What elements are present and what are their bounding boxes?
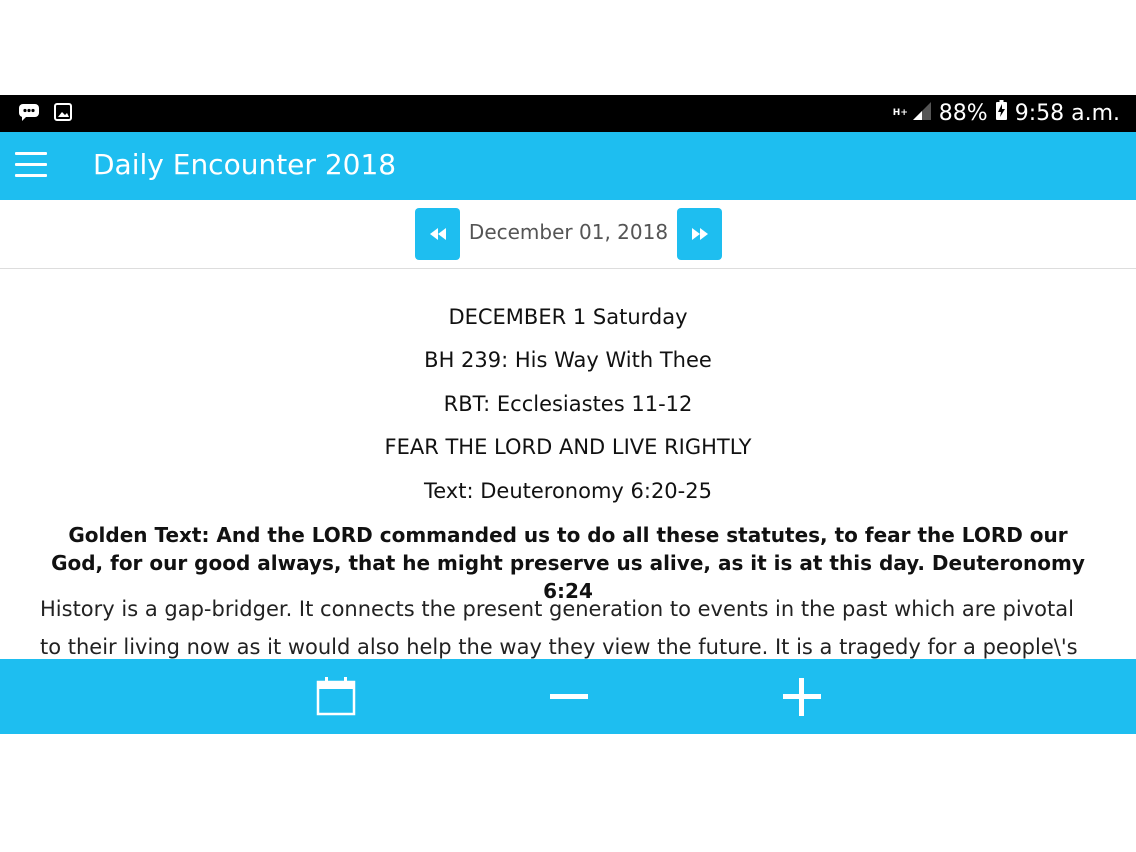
app-screen: H+ 88% 9:58 a.m. Daily Encounter 2018 De… [0, 95, 1136, 734]
text-reference: Text: Deuteronomy 6:20-25 [424, 479, 712, 503]
body-paragraph: History is a gap-bridger. It connects th… [40, 597, 1078, 659]
topic-title: FEAR THE LORD AND LIVE RIGHTLY [384, 435, 752, 459]
reading-line: RBT: Ecclesiastes 11-12 [443, 392, 693, 416]
network-type-icon: H+ [892, 107, 908, 118]
status-system: H+ 88% 9:58 a.m. [893, 100, 1120, 126]
date-navigation: December 01, 2018 [0, 200, 1136, 269]
signal-icon [912, 101, 931, 126]
current-date: December 01, 2018 [468, 220, 669, 244]
plus-icon [783, 678, 821, 716]
increase-font-button[interactable] [781, 676, 823, 718]
battery-percent: 88% [938, 100, 988, 126]
hamburger-menu-icon[interactable] [15, 152, 47, 178]
minus-icon [550, 694, 588, 699]
previous-day-button[interactable] [415, 208, 460, 260]
devotional-content: DECEMBER 1 Saturday BH 239: His Way With… [0, 269, 1136, 659]
app-bar: Daily Encounter 2018 [0, 132, 1136, 200]
status-notifications [18, 103, 72, 126]
app-title: Daily Encounter 2018 [93, 148, 397, 181]
next-day-button[interactable] [677, 208, 722, 260]
image-notification-icon [54, 103, 72, 126]
calendar-button[interactable] [315, 676, 357, 718]
rewind-icon [429, 228, 446, 240]
day-heading: DECEMBER 1 Saturday [448, 305, 688, 329]
decrease-font-button[interactable] [548, 676, 590, 718]
bottom-toolbar [0, 659, 1136, 734]
chat-notification-icon [18, 103, 40, 126]
clock: 9:58 a.m. [1014, 100, 1120, 126]
calendar-icon [316, 677, 356, 716]
fast-forward-icon [691, 228, 708, 240]
hymn-line: BH 239: His Way With Thee [424, 348, 712, 372]
status-bar: H+ 88% 9:58 a.m. [0, 95, 1136, 132]
battery-charging-icon [995, 100, 1007, 126]
